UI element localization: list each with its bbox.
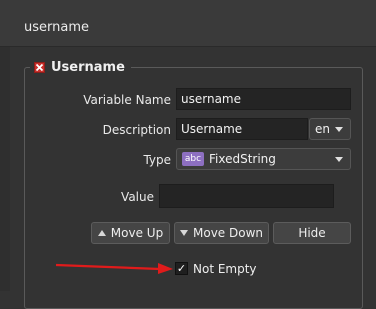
remove-variable-icon[interactable] (34, 61, 45, 73)
type-dropdown[interactable]: abc FixedString (176, 148, 351, 170)
group-title: Username (51, 59, 125, 75)
type-value: FixedString (209, 152, 276, 166)
annotation-arrow-icon (55, 263, 173, 274)
arrow-up-icon (97, 230, 106, 236)
move-down-button[interactable]: Move Down (174, 222, 269, 244)
hide-button[interactable]: Hide (273, 222, 351, 244)
header-title: username (24, 20, 89, 35)
property-header: username (0, 0, 376, 47)
not-empty-label: Not Empty (193, 262, 257, 276)
type-label: Type (143, 153, 171, 167)
panel-edge (0, 47, 10, 291)
chevron-down-icon (335, 157, 343, 162)
hide-label: Hide (298, 226, 326, 240)
chevron-down-icon (335, 127, 343, 132)
variable-name-input[interactable]: username (176, 88, 351, 110)
move-up-label: Move Up (110, 226, 164, 240)
description-input[interactable]: Username (176, 118, 308, 140)
arrow-down-icon (180, 230, 188, 236)
variable-name-label: Variable Name (83, 93, 171, 107)
move-down-label: Move Down (193, 226, 263, 240)
value-input[interactable] (159, 184, 334, 208)
language-value: en (315, 122, 330, 136)
description-label: Description (102, 123, 171, 137)
not-empty-checkbox[interactable]: ✓ (175, 262, 188, 275)
description-value: Username (181, 122, 243, 136)
group-legend: Username (30, 58, 131, 76)
value-label: Value (121, 190, 154, 204)
variable-name-value: username (181, 92, 241, 106)
language-dropdown[interactable]: en (309, 118, 351, 140)
move-up-button[interactable]: Move Up (91, 222, 170, 244)
string-type-icon: abc (182, 152, 204, 166)
